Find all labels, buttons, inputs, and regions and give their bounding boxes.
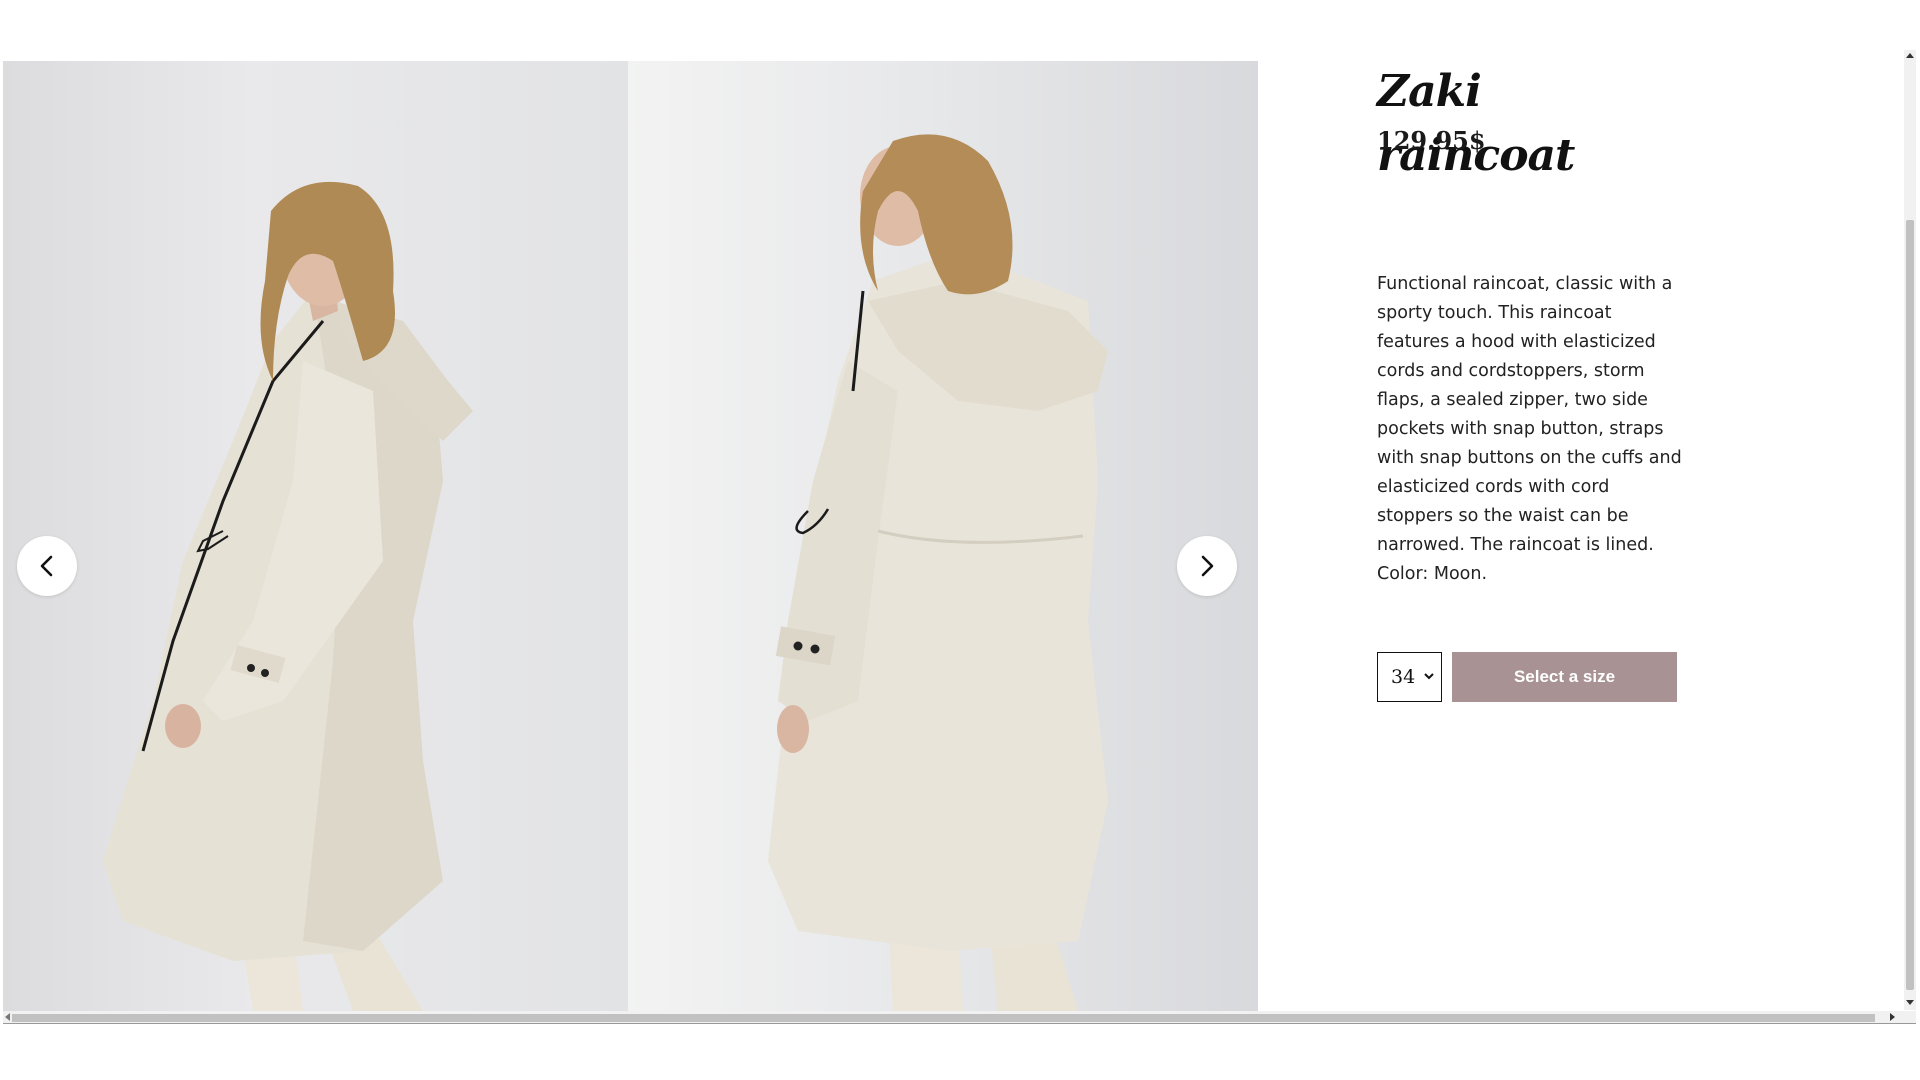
model-photo-side <box>103 181 473 1011</box>
product-description: Functional raincoat, classic with a spor… <box>1377 274 1682 584</box>
chevron-left-icon <box>40 555 53 577</box>
vertical-scrollbar[interactable] <box>1904 50 1916 1010</box>
gallery-next-button[interactable] <box>1177 536 1237 596</box>
product-image-side-view <box>3 61 628 1011</box>
vertical-scroll-thumb[interactable] <box>1906 220 1914 990</box>
select-size-button[interactable]: Select a size <box>1452 652 1677 702</box>
scroll-down-arrow-icon[interactable] <box>1906 998 1914 1006</box>
size-select-value: 34 <box>1391 666 1416 688</box>
gallery-prev-button[interactable] <box>17 536 77 596</box>
product-details: Zaki raincoat 129.95$ Functional raincoa… <box>1377 60 1682 702</box>
scroll-left-arrow-icon[interactable] <box>4 1013 12 1021</box>
chevron-down-icon <box>1424 673 1434 680</box>
product-gallery <box>3 61 1258 1011</box>
model-photo-back <box>768 134 1108 1011</box>
horizontal-scrollbar[interactable] <box>3 1011 1916 1024</box>
size-select[interactable]: 34 <box>1377 652 1442 702</box>
horizontal-scroll-thumb[interactable] <box>12 1014 1875 1022</box>
page: Zaki raincoat 129.95$ Functional raincoa… <box>0 0 1920 1080</box>
product-title: Zaki raincoat <box>1377 66 1575 181</box>
product-image-back-view <box>628 61 1258 1011</box>
purchase-controls: 34 Select a size <box>1377 652 1677 702</box>
scroll-up-arrow-icon[interactable] <box>1906 52 1914 60</box>
scroll-right-arrow-icon[interactable] <box>1888 1013 1896 1021</box>
chevron-right-icon <box>1201 555 1214 577</box>
